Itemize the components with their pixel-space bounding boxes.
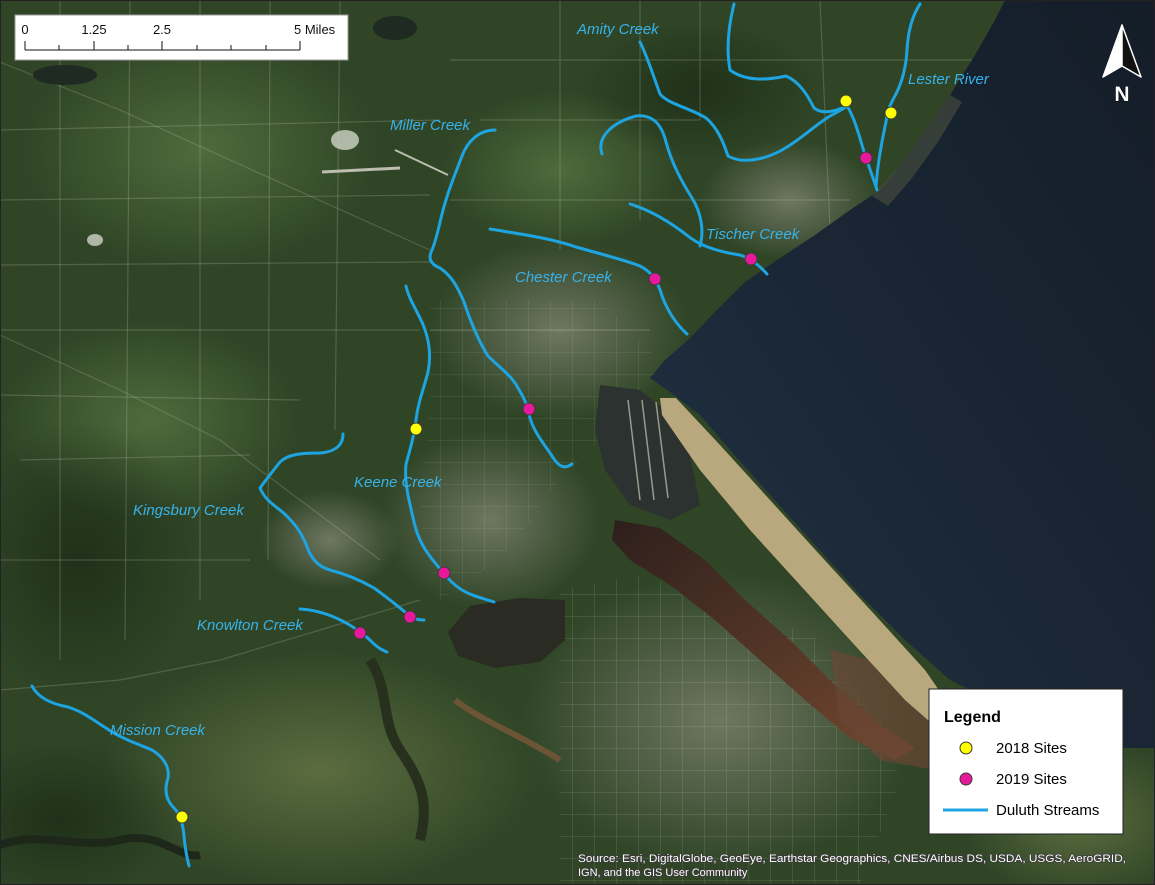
site-2019-marker <box>648 272 662 286</box>
scale-label-0: 0 <box>21 22 28 37</box>
label-kingsbury-creek: Kingsbury Creek <box>133 502 245 519</box>
label-tischer-creek: Tischer Creek <box>706 226 801 243</box>
legend-label-2019-sites: 2019 Sites <box>996 771 1067 788</box>
site-2019-marker <box>859 151 873 165</box>
map-canvas: Amity Creek Lester River Miller Creek Ti… <box>0 0 1155 885</box>
legend-symbol-2018-sites <box>959 741 973 755</box>
site-2018-marker <box>175 810 189 824</box>
legend-label-2018-sites: 2018 Sites <box>996 740 1067 757</box>
label-lester-river: Lester River <box>908 71 990 88</box>
site-2018-marker <box>839 94 853 108</box>
label-knowlton-creek: Knowlton Creek <box>197 617 304 634</box>
scale-bar: 0 1.25 2.5 5 Miles <box>14 14 349 61</box>
site-2018-marker <box>884 106 898 120</box>
scale-label-3: 5 Miles <box>294 22 336 37</box>
attribution-line-1: Source: Esri, DigitalGlobe, GeoEye, Eart… <box>578 853 1126 865</box>
scale-label-1: 1.25 <box>81 22 106 37</box>
site-2019-marker <box>744 252 758 266</box>
label-mission-creek: Mission Creek <box>110 722 207 739</box>
site-2019-marker <box>353 626 367 640</box>
north-arrow-label: N <box>1114 83 1129 106</box>
site-2019-marker <box>522 402 536 416</box>
legend-title: Legend <box>944 709 1001 726</box>
legend-label-duluth-streams: Duluth Streams <box>996 802 1099 819</box>
site-2018-marker <box>409 422 423 436</box>
site-2019-marker <box>403 610 417 624</box>
label-chester-creek: Chester Creek <box>515 269 613 286</box>
scale-label-2: 2.5 <box>153 22 171 37</box>
attribution-line-2: IGN, and the GIS User Community <box>578 867 748 879</box>
legend: Legend 2018 Sites 2019 Sites Duluth Stre… <box>928 688 1124 835</box>
label-miller-creek: Miller Creek <box>390 117 472 134</box>
label-amity-creek: Amity Creek <box>576 21 660 38</box>
legend-symbol-2019-sites <box>959 772 973 786</box>
site-2019-marker <box>437 566 451 580</box>
label-keene-creek: Keene Creek <box>354 474 443 491</box>
